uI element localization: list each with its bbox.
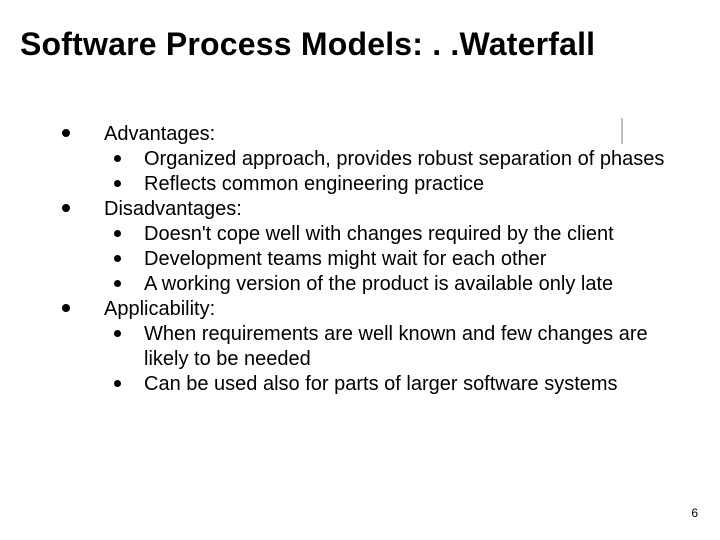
sub-list: Doesn't cope well with changes required … — [104, 222, 680, 297]
list-item: Organized approach, provides robust sepa… — [104, 147, 680, 172]
top-list: Advantages: Organized approach, provides… — [60, 122, 680, 397]
list-item: Can be used also for parts of larger sof… — [104, 372, 680, 397]
list-item: When requirements are well known and few… — [104, 322, 680, 372]
slide-title: Software Process Models: . .Waterfall — [20, 26, 595, 63]
list-item: A working version of the product is avai… — [104, 272, 680, 297]
item-text: When requirements are well known and few… — [144, 323, 648, 370]
item-text: Development teams might wait for each ot… — [144, 248, 546, 270]
section-advantages: Advantages: Organized approach, provides… — [60, 122, 680, 197]
section-heading: Disadvantages: — [104, 198, 242, 220]
item-text: Reflects common engineering practice — [144, 173, 484, 195]
section-disadvantages: Disadvantages: Doesn't cope well with ch… — [60, 197, 680, 297]
slide-body: Advantages: Organized approach, provides… — [60, 122, 680, 397]
item-text: Organized approach, provides robust sepa… — [144, 148, 664, 170]
sub-list: Organized approach, provides robust sepa… — [104, 147, 680, 197]
list-item: Reflects common engineering practice — [104, 172, 680, 197]
section-applicability: Applicability: When requirements are wel… — [60, 297, 680, 397]
item-text: Doesn't cope well with changes required … — [144, 223, 614, 245]
item-text: Can be used also for parts of larger sof… — [144, 373, 618, 395]
section-heading: Applicability: — [104, 298, 215, 320]
section-heading: Advantages: — [104, 123, 215, 145]
slide: Software Process Models: . .Waterfall Ad… — [0, 0, 720, 540]
page-number: 6 — [691, 506, 698, 520]
sub-list: When requirements are well known and few… — [104, 322, 680, 397]
list-item: Development teams might wait for each ot… — [104, 247, 680, 272]
list-item: Doesn't cope well with changes required … — [104, 222, 680, 247]
item-text: A working version of the product is avai… — [144, 273, 613, 295]
